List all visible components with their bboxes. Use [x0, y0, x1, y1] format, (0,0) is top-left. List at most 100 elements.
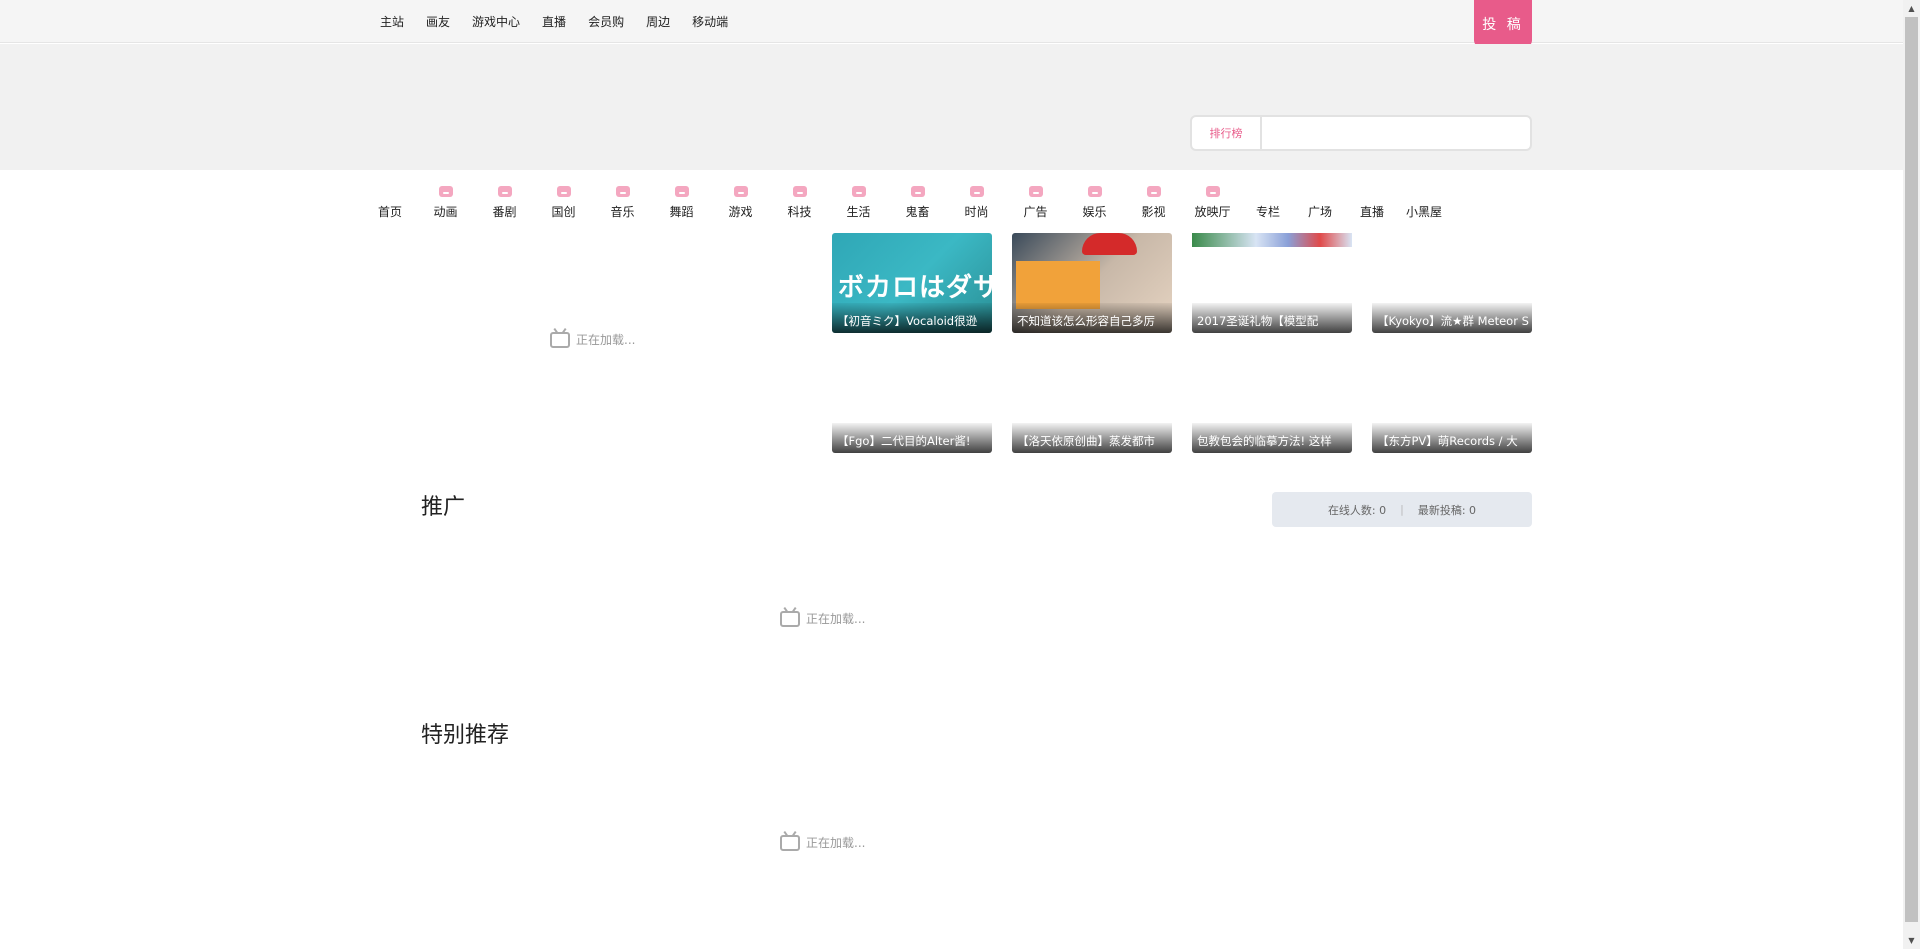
cat-film[interactable]: 影视	[1124, 181, 1183, 221]
special-title: 特别推荐	[421, 723, 510, 748]
top-nav-game-center[interactable]: 游戏中心	[472, 13, 520, 30]
cat-tech[interactable]: 科技	[770, 181, 829, 221]
cat-label: 小黑屋	[1405, 205, 1442, 219]
upload-button[interactable]: 投 稿	[1474, 0, 1532, 48]
cat-home[interactable]: 首页	[364, 181, 416, 221]
loading-text: 正在加载...	[806, 836, 866, 850]
top-nav-live[interactable]: 直播	[542, 13, 566, 30]
emoticon-icon	[1088, 186, 1102, 197]
emoticon-icon	[1147, 186, 1161, 197]
emoticon-icon	[557, 186, 571, 197]
tv-icon	[780, 834, 800, 851]
loading-text: 正在加载...	[806, 612, 866, 626]
search-input[interactable]	[1262, 117, 1530, 149]
top-nav-merch[interactable]: 周边	[646, 13, 670, 30]
cat-label: 广场	[1307, 205, 1332, 219]
online-stats: 在线人数: 0 | 最新投稿: 0	[1272, 492, 1532, 527]
promo-loading: 正在加载...	[780, 610, 865, 627]
video-title: 包教包会的临摹方法! 这样	[1192, 423, 1352, 453]
video-title: 【东方PV】萌Records / 大	[1372, 423, 1532, 453]
video-tile[interactable]: 包教包会的临摹方法! 这样	[1192, 353, 1352, 453]
cat-label: 首页	[377, 205, 402, 219]
scroll-thumb[interactable]	[1905, 17, 1918, 922]
video-tile[interactable]: 【东方PV】萌Records / 大	[1372, 353, 1532, 453]
special-loading: 正在加载...	[780, 834, 865, 851]
category-nav: 首页 动画 番剧 国创 音乐 舞蹈 游戏 科技 生活 鬼畜 时尚 广告 娱乐 影…	[364, 181, 1450, 221]
cat-label: 科技	[787, 205, 812, 219]
video-title: 【Fgo】二代目的Alter酱!	[832, 423, 992, 453]
emoticon-icon	[734, 186, 748, 197]
cat-kichiku[interactable]: 鬼畜	[888, 181, 947, 221]
cat-label: 游戏	[728, 205, 753, 219]
top-nav-member-shop[interactable]: 会员购	[588, 13, 624, 30]
cat-guochuang[interactable]: 国创	[534, 181, 593, 221]
emoticon-icon	[970, 186, 984, 197]
cat-label: 影视	[1141, 205, 1166, 219]
loading-text: 正在加载...	[576, 333, 636, 347]
cat-label: 鬼畜	[905, 205, 930, 219]
thumb-decor	[1016, 261, 1100, 309]
cat-life[interactable]: 生活	[829, 181, 888, 221]
cat-dance[interactable]: 舞蹈	[652, 181, 711, 221]
cat-label: 放映厅	[1194, 205, 1231, 219]
video-tile[interactable]: 不知道该怎么形容自己多厉	[1012, 233, 1172, 333]
cat-game[interactable]: 游戏	[711, 181, 770, 221]
cat-label: 广告	[1023, 205, 1048, 219]
ranking-link[interactable]: 排行榜	[1192, 117, 1262, 149]
top-nav-painter[interactable]: 画友	[426, 13, 450, 30]
cat-ad[interactable]: 广告	[1006, 181, 1065, 221]
video-tile[interactable]: 【洛天依原创曲】蒸发都市	[1012, 353, 1172, 453]
top-nav-mobile[interactable]: 移动端	[692, 13, 728, 30]
video-title: 【洛天依原创曲】蒸发都市	[1012, 423, 1172, 453]
latest-count[interactable]: 最新投稿: 0	[1418, 502, 1476, 518]
scroll-up-icon[interactable]: ▲	[1903, 0, 1920, 17]
cat-label: 时尚	[964, 205, 989, 219]
cat-square[interactable]: 广场	[1294, 181, 1346, 221]
cat-label: 动画	[433, 205, 458, 219]
cat-label: 国创	[551, 205, 576, 219]
cat-anime[interactable]: 动画	[416, 181, 475, 221]
emoticon-icon	[439, 186, 453, 197]
emoticon-icon	[498, 186, 512, 197]
tv-icon	[550, 331, 570, 348]
video-title: 【初音ミク】Vocaloid很逊	[832, 303, 992, 333]
emoticon-icon	[852, 186, 866, 197]
cat-music[interactable]: 音乐	[593, 181, 652, 221]
scrollbar[interactable]: ▲ ▼	[1903, 0, 1920, 949]
emoticon-icon	[1206, 186, 1220, 197]
video-title: 2017圣诞礼物【模型配	[1192, 303, 1352, 333]
cat-entertainment[interactable]: 娱乐	[1065, 181, 1124, 221]
video-tile[interactable]: 【Fgo】二代目的Alter酱!	[832, 353, 992, 453]
thumb-text: ボカロはダサい	[838, 273, 992, 303]
cat-live[interactable]: 直播	[1346, 181, 1398, 221]
cat-bangumi[interactable]: 番剧	[475, 181, 534, 221]
video-tile[interactable]: 【Kyokyo】流★群 Meteor S	[1372, 233, 1532, 333]
video-title: 【Kyokyo】流★群 Meteor S	[1372, 303, 1532, 333]
top-nav: 主站 画友 游戏中心 直播 会员购 周边 移动端	[380, 0, 750, 43]
video-tile[interactable]: 2017圣诞礼物【模型配	[1192, 233, 1352, 333]
cat-label: 舞蹈	[669, 205, 694, 219]
emoticon-icon	[1029, 186, 1043, 197]
banner	[0, 44, 1903, 170]
online-count: 在线人数: 0	[1327, 503, 1387, 517]
cat-label: 专栏	[1255, 205, 1280, 219]
cat-column[interactable]: 专栏	[1242, 181, 1294, 221]
top-bar: 主站 画友 游戏中心 直播 会员购 周边 移动端	[0, 0, 1903, 43]
search-box: 排行榜	[1190, 115, 1532, 151]
cat-cinema[interactable]: 放映厅	[1183, 181, 1242, 221]
emoticon-icon	[616, 186, 630, 197]
video-tile[interactable]: ボカロはダサい 【初音ミク】Vocaloid很逊	[832, 233, 992, 333]
scroll-down-icon[interactable]: ▼	[1903, 932, 1920, 949]
emoticon-icon	[793, 186, 807, 197]
cat-blackroom[interactable]: 小黑屋	[1398, 181, 1450, 221]
video-title: 不知道该怎么形容自己多厉	[1012, 303, 1172, 333]
cat-label: 音乐	[610, 205, 635, 219]
divider: |	[1400, 503, 1404, 516]
tv-icon	[780, 610, 800, 627]
emoticon-icon	[675, 186, 689, 197]
cat-label: 直播	[1359, 205, 1384, 219]
cat-fashion[interactable]: 时尚	[947, 181, 1006, 221]
thumb-decor	[1082, 233, 1137, 255]
promo-title: 推广	[421, 495, 466, 520]
top-nav-main[interactable]: 主站	[380, 13, 404, 30]
